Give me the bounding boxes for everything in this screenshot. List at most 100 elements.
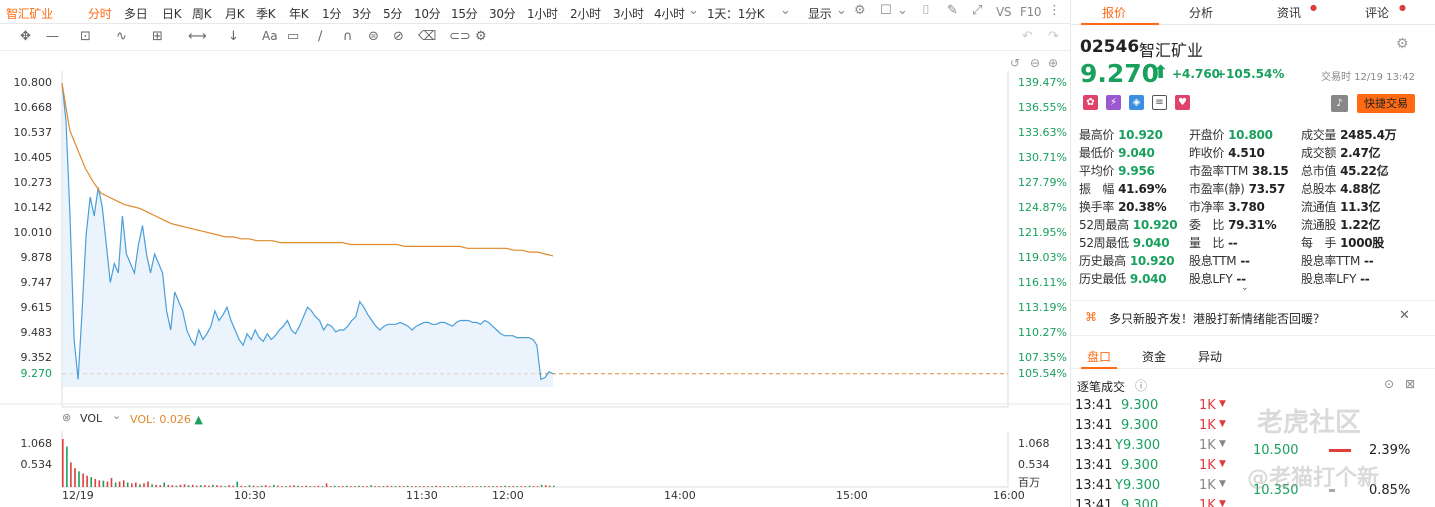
timeframe-tab[interactable]: 年K — [289, 5, 309, 22]
tab-funds[interactable]: 资金 — [1142, 348, 1166, 365]
tab-quote[interactable]: 报价 — [1102, 4, 1126, 21]
more-icon[interactable]: ⊙ — [1378, 163, 1388, 177]
fib-tool-icon[interactable]: ⊞ — [152, 29, 163, 44]
lock-icon[interactable]: ⊜ — [368, 29, 379, 44]
stat-label: 市盈率TTM — [1189, 164, 1249, 178]
stat-item: 成交额 2.47亿 — [1301, 144, 1381, 161]
interval-select[interactable]: 1天：1分K — [707, 5, 765, 22]
volume-bar — [122, 480, 125, 487]
reset-icon[interactable]: ↺ — [1010, 56, 1020, 70]
compare-button[interactable]: VS — [996, 5, 1012, 19]
stat-label: 52周最高 — [1079, 218, 1129, 232]
info-icon[interactable]: ⓘ — [1135, 377, 1147, 394]
comment-tool-icon[interactable]: ▭ — [287, 29, 299, 44]
bell-icon[interactable]: ♪ — [1331, 95, 1348, 112]
checkbox-icon[interactable]: ☐ — [880, 3, 892, 18]
chevron-down-icon[interactable]: ⌄ — [897, 3, 908, 18]
tab-comments[interactable]: 评论 — [1365, 4, 1389, 21]
timeframe-tab[interactable]: 3小时 — [613, 5, 644, 22]
timeframe-tab[interactable]: 3分 — [352, 5, 371, 22]
volume-bar — [106, 481, 109, 487]
f10-button[interactable]: F10 — [1020, 5, 1042, 19]
volume-bar — [273, 484, 275, 487]
document-icon[interactable]: ≡ — [1152, 95, 1167, 110]
chart-area[interactable]: 10.800 139.47% 10.668 136.55% 10.537 133.63% 1… — [0, 51, 1070, 507]
close-icon[interactable]: ⊗ — [62, 411, 71, 424]
measure-tool-icon[interactable]: ⟷ — [188, 29, 207, 44]
timeframe-tab[interactable]: 2小时 — [570, 5, 601, 22]
stat-value: 2.47亿 — [1340, 146, 1381, 160]
more-options-icon[interactable]: ⊙ — [1384, 377, 1394, 391]
timeframe-tab[interactable]: 多日 — [124, 5, 148, 22]
volume-bar — [419, 486, 421, 487]
text-tool-icon[interactable]: Aa — [262, 29, 278, 43]
zoom-in-icon[interactable]: ⊕ — [1048, 56, 1058, 70]
settings-icon[interactable]: ⚙ — [854, 3, 866, 18]
chevron-down-icon[interactable]: ⌄ — [688, 3, 699, 18]
tag-icon[interactable]: ◈ — [1129, 95, 1144, 110]
redo-icon[interactable]: ↷ — [1048, 29, 1059, 44]
tab-movement[interactable]: 异动 — [1198, 348, 1222, 365]
collapse-icon[interactable]: ⊠ — [1405, 377, 1415, 391]
pencil-icon[interactable]: ✎ — [947, 3, 958, 18]
line-tool-icon[interactable]: — — [46, 29, 59, 44]
magnet-icon[interactable]: ∩ — [343, 29, 353, 44]
chevron-down-icon[interactable]: ⌄ — [112, 409, 121, 422]
stat-item: 总股本 4.88亿 — [1301, 180, 1381, 197]
timeframe-tab[interactable]: 月K — [225, 5, 245, 22]
active-subtab-indicator — [1081, 367, 1117, 369]
down-arrow-icon: ▼ — [1219, 479, 1226, 489]
camera-icon[interactable]: ⌷ — [922, 3, 930, 18]
undo-icon[interactable]: ↶ — [1022, 29, 1033, 44]
trash-icon[interactable]: ⌫ — [418, 29, 436, 44]
wave-tool-icon[interactable]: ∿ — [116, 29, 127, 44]
timeframe-tab[interactable]: 周K — [192, 5, 212, 22]
timeframe-tab[interactable]: 分时 — [88, 5, 112, 22]
volume-bar — [204, 485, 206, 487]
stat-value: 11.3亿 — [1340, 200, 1381, 214]
expand-icon[interactable]: ⤢ — [972, 3, 982, 18]
ruler-icon[interactable]: ∕ — [318, 29, 322, 44]
chevron-down-icon[interactable]: ⌄ — [780, 3, 791, 18]
timeframe-tab[interactable]: 10分 — [414, 5, 441, 22]
zoom-out-icon[interactable]: ⊖ — [1030, 56, 1040, 70]
timeframe-tab[interactable]: 1分 — [322, 5, 341, 22]
y-pct-tick-label: 127.79% — [1018, 176, 1067, 190]
quick-trade-button[interactable]: 快捷交易 — [1357, 94, 1415, 113]
news-banner[interactable]: ⌘ 多只新股齐发！港股打新情绪能否回暖？ ✕ — [1071, 300, 1435, 336]
lightning-icon[interactable]: ⚡ — [1106, 95, 1121, 110]
timeframe-tab[interactable]: 1小时 — [527, 5, 558, 22]
hk-flag-icon[interactable]: ✿ — [1083, 95, 1098, 110]
timeframe-tab[interactable]: 15分 — [451, 5, 478, 22]
link-icon[interactable]: ⊂⊃ — [449, 29, 471, 44]
settings-icon[interactable]: ⚙ — [1396, 36, 1409, 52]
intraday-chart[interactable] — [0, 51, 1070, 507]
timeframe-tab[interactable]: 5分 — [383, 5, 402, 22]
price-area — [62, 83, 553, 387]
display-menu[interactable]: 显示 — [808, 5, 832, 22]
chevron-down-icon[interactable]: ⌄ — [1241, 283, 1249, 293]
chevron-down-icon[interactable]: ⌄ — [836, 3, 847, 18]
tab-news[interactable]: 资讯 — [1277, 4, 1301, 21]
tab-orderbook[interactable]: 盘口 — [1087, 348, 1111, 365]
timeframe-tab[interactable]: 30分 — [489, 5, 516, 22]
x-tick-label: 11:30 — [406, 489, 438, 502]
stat-label: 最低价 — [1079, 146, 1115, 160]
timeframe-tab[interactable]: 季K — [256, 5, 276, 22]
tab-analysis[interactable]: 分析 — [1189, 4, 1213, 21]
hide-icon[interactable]: ⊘ — [393, 29, 404, 44]
news-text[interactable]: 多只新股齐发！港股打新情绪能否回暖？ — [1109, 310, 1325, 327]
close-icon[interactable]: ✕ — [1399, 308, 1410, 323]
rect-tool-icon[interactable]: ⊡ — [80, 29, 91, 44]
more-icon[interactable]: ⋮ — [1048, 3, 1061, 18]
timeframe-tab[interactable]: 日K — [162, 5, 182, 22]
vol-label[interactable]: VOL — [80, 412, 102, 425]
timeframe-tab[interactable]: 4小时 — [654, 5, 685, 22]
stat-item: 委 比 79.31% — [1189, 216, 1277, 233]
heart-icon[interactable]: ♥ — [1175, 95, 1190, 110]
stat-label: 总市值 — [1301, 164, 1337, 178]
arrow-down-tool-icon[interactable]: ↓ — [228, 29, 239, 44]
crosshair-icon[interactable]: ✥ — [20, 29, 31, 44]
gear-icon[interactable]: ⚙ — [475, 29, 487, 44]
toolbar-stock-name[interactable]: 智汇矿业 — [6, 5, 53, 22]
